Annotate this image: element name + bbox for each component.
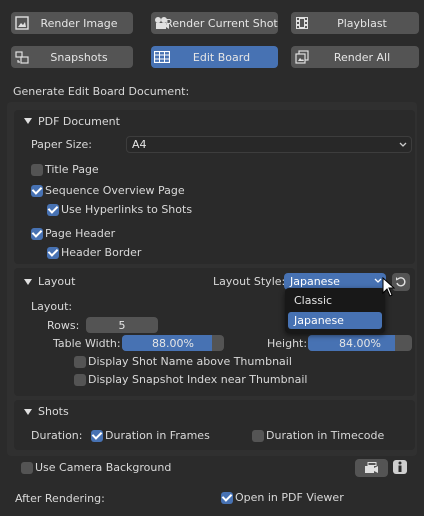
rows-value: 5 [118, 318, 126, 332]
paper-size-value: A4 [132, 138, 147, 151]
layout-collapse-icon[interactable] [24, 279, 32, 285]
render-current-shot-button[interactable]: Render Current Shot [151, 12, 278, 34]
open-pdf-label[interactable]: Open in PDF Viewer [235, 491, 344, 504]
display-shot-name-checkbox[interactable] [74, 356, 86, 368]
table-width-value: 88.00% [152, 336, 194, 350]
layout-style-option-classic[interactable]: Classic [288, 292, 382, 309]
shots-header[interactable]: Shots [38, 405, 69, 418]
layout-style-menu: Classic Japanese [285, 288, 385, 333]
render-all-label: Render All [333, 50, 391, 64]
chevron-down-icon [399, 142, 407, 147]
layout-header[interactable]: Layout [38, 275, 75, 288]
camera-background-checkbox[interactable] [21, 462, 33, 474]
header-border-checkbox[interactable] [47, 247, 59, 259]
mouse-cursor-icon [382, 277, 396, 297]
display-snapshot-index-label[interactable]: Display Snapshot Index near Thumbnail [88, 373, 307, 386]
layout-style-option-japanese[interactable]: Japanese [288, 312, 382, 329]
rows-label: Rows: [47, 319, 80, 332]
height-slider[interactable]: 84.00% [308, 335, 412, 351]
description-label: Generate Edit Board Document: [13, 85, 190, 98]
edit-board-label: Edit Board [192, 50, 251, 64]
layout-style-label: Layout Style: [213, 275, 286, 288]
table-width-slider[interactable]: 88.00% [122, 335, 224, 351]
sequence-overview-label[interactable]: Sequence Overview Page [45, 184, 185, 197]
display-shot-name-label[interactable]: Display Shot Name above Thumbnail [88, 355, 292, 368]
rows-field[interactable]: 5 [86, 317, 158, 333]
snapshots-button[interactable]: Snapshots [11, 46, 133, 68]
layout-label: Layout: [31, 300, 73, 313]
page-header-checkbox[interactable] [31, 228, 43, 240]
display-snapshot-index-checkbox[interactable] [74, 374, 86, 386]
header-border-label[interactable]: Header Border [61, 246, 141, 259]
sequence-overview-checkbox[interactable] [31, 185, 43, 197]
render-all-button[interactable]: Render All [291, 46, 419, 68]
snapshot-icon [14, 49, 30, 65]
render-current-shot-label: Render Current Shot [165, 16, 278, 30]
shots-panel [14, 400, 415, 450]
after-rendering-label: After Rendering: [15, 492, 105, 505]
duration-label: Duration: [31, 429, 83, 442]
use-hyperlinks-label[interactable]: Use Hyperlinks to Shots [61, 203, 192, 216]
camera-background-label[interactable]: Use Camera Background [35, 461, 171, 474]
info-icon [398, 461, 402, 472]
pdf-document-header[interactable]: PDF Document [38, 115, 120, 128]
title-page-label[interactable]: Title Page [45, 163, 99, 176]
duration-in-frames-checkbox[interactable] [91, 430, 103, 442]
paper-size-label: Paper Size: [31, 138, 92, 151]
height-value: 84.00% [339, 336, 381, 350]
render-image-button[interactable]: Render Image [11, 12, 133, 34]
page-header-label[interactable]: Page Header [45, 227, 115, 240]
info-button[interactable] [393, 460, 407, 474]
film-icon [294, 15, 310, 31]
duration-in-timecode-checkbox[interactable] [252, 430, 264, 442]
camera-icon [154, 15, 170, 31]
grid-icon [154, 49, 170, 65]
duration-in-timecode-label[interactable]: Duration in Timecode [266, 429, 384, 442]
layout-style-option-japanese-label: Japanese [294, 314, 344, 327]
pdf-document-collapse-icon[interactable] [24, 118, 32, 124]
chevron-down-icon [374, 278, 382, 283]
duration-in-frames-label[interactable]: Duration in Frames [105, 429, 210, 442]
camera-background-settings-button[interactable] [355, 459, 388, 477]
render-all-icon [294, 49, 310, 65]
paper-size-dropdown[interactable]: A4 [126, 136, 412, 153]
edit-board-button[interactable]: Edit Board [151, 46, 278, 68]
reset-icon [396, 277, 406, 287]
playblast-label: Playblast [337, 16, 387, 30]
use-hyperlinks-checkbox[interactable] [47, 204, 59, 216]
title-page-checkbox[interactable] [31, 164, 43, 176]
shots-collapse-icon[interactable] [24, 409, 32, 415]
playblast-button[interactable]: Playblast [291, 12, 419, 34]
height-label: Height: [267, 337, 308, 350]
layout-style-value: Japanese [290, 275, 340, 288]
camera-bg-icon [365, 462, 378, 473]
layout-style-option-classic-label: Classic [294, 294, 333, 307]
table-width-label: Table Width: [53, 337, 121, 350]
open-pdf-checkbox[interactable] [221, 492, 233, 504]
image-icon [14, 15, 30, 31]
